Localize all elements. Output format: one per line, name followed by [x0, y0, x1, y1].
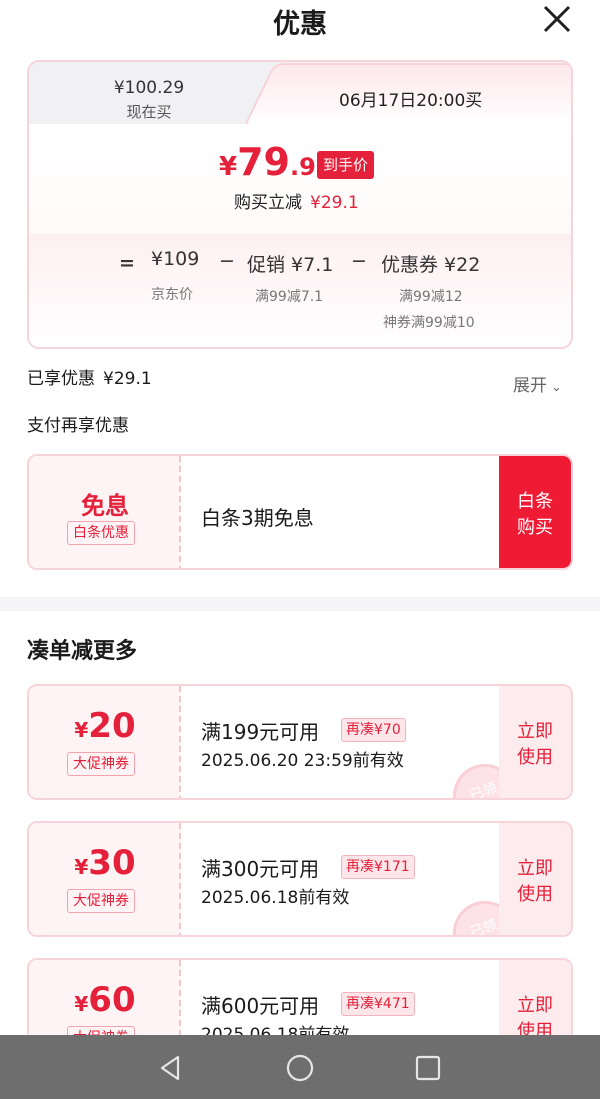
coupon-date: 2025.06.18前有效 — [201, 888, 350, 908]
final-price-dec: .9 — [289, 153, 316, 181]
price-card: ¥100.29 现在买 06月17日20:00买 ¥79.9 到手价 购买立减 ¥… — [27, 60, 573, 349]
reduce-label: 购买立减 — [234, 193, 302, 213]
promo-amount: 促销 ¥7.1 — [247, 254, 334, 276]
use-btn-line1: 立即 — [517, 858, 553, 879]
baitiao-buy-button[interactable]: 白条 购买 — [499, 456, 571, 568]
coupon-tag: 大促神券 — [67, 889, 135, 913]
promo-detail: 满99减7.1 — [255, 289, 324, 305]
coupon-symbol: ¥ — [74, 992, 89, 1016]
saved-amount: ¥29.1 — [103, 369, 152, 389]
coupon-extra-badge: 再凑¥171 — [341, 855, 415, 879]
baitiao-btn-line2: 购买 — [517, 517, 553, 538]
coupon-amount: ¥60 — [29, 980, 181, 1020]
coupon-symbol: ¥ — [74, 855, 89, 879]
coupon-extra-badge: 再凑¥471 — [341, 992, 415, 1016]
baitiao-title: 免息 — [81, 492, 129, 520]
now-label: 现在买 — [126, 103, 172, 121]
coupon-date: 2025.06.20 23:59前有效 — [201, 751, 404, 771]
minus-sign: − — [351, 250, 367, 272]
price-breakdown: = ¥109 京东价 − 促销 ¥7.1 满99减7.1 − 优惠券 ¥22 满… — [29, 234, 571, 347]
close-icon[interactable] — [540, 2, 574, 36]
use-coupon-button[interactable]: 立即 使用 — [499, 686, 571, 798]
expand-button[interactable]: 展开 ⌄ — [513, 371, 562, 396]
coupon-condition: 满600元可用 — [201, 994, 320, 1018]
home-icon[interactable] — [285, 1053, 315, 1083]
baitiao-card[interactable]: 免息 白条优惠 白条3期免息 白条 购买 — [27, 454, 573, 570]
equals-sign: = — [119, 252, 135, 274]
recent-apps-icon[interactable] — [413, 1053, 443, 1083]
coupon-detail: 满99减12 — [399, 289, 463, 305]
baitiao-left: 免息 白条优惠 — [29, 456, 181, 568]
pay-section-title: 支付再享优惠 — [27, 416, 129, 436]
use-btn-line2: 使用 — [517, 884, 553, 905]
system-nav-bar — [0, 1035, 600, 1099]
baitiao-tag: 白条优惠 — [67, 521, 135, 545]
tab-buy-now[interactable]: ¥100.29 现在买 — [29, 62, 269, 124]
baitiao-desc: 白条3期免息 — [201, 506, 314, 530]
reduce-amount: ¥29.1 — [310, 193, 359, 213]
section-divider — [0, 597, 600, 611]
coupon-left: ¥20 大促神券 — [29, 686, 181, 798]
use-btn-line1: 立即 — [517, 995, 553, 1016]
coupon-card[interactable]: ¥20 大促神券 满199元可用 再凑¥70 2025.06.20 23:59前… — [27, 684, 573, 800]
base-price-label: 京东价 — [151, 287, 193, 303]
saved-summary: 已享优惠 ¥29.1 — [27, 364, 152, 389]
use-btn-line2: 使用 — [517, 747, 553, 768]
coupon-amount: 优惠券 ¥22 — [381, 254, 481, 276]
final-price-symbol: ¥ — [219, 152, 238, 182]
coupon-amount: ¥30 — [29, 843, 181, 883]
reduce-line: 购买立减 ¥29.1 — [234, 188, 359, 213]
header: 优惠 — [0, 0, 600, 44]
coupon-amount: ¥20 — [29, 706, 181, 746]
page-title: 优惠 — [273, 9, 327, 40]
coupon-card[interactable]: ¥30 大促神券 满300元可用 再凑¥171 2025.06.18前有效 已领… — [27, 821, 573, 937]
coupon-left: ¥30 大促神券 — [29, 823, 181, 935]
coupon-condition: 满300元可用 — [201, 857, 320, 881]
chevron-down-icon: ⌄ — [551, 380, 562, 395]
back-icon[interactable] — [156, 1053, 186, 1083]
final-price-int: 79 — [237, 140, 290, 184]
future-label: 06月17日20:00买 — [339, 91, 483, 111]
minus-sign: − — [219, 250, 235, 272]
final-price-badge: 到手价 — [317, 151, 375, 179]
use-coupon-button[interactable]: 立即 使用 — [499, 823, 571, 935]
coupon-condition: 满199元可用 — [201, 720, 320, 744]
now-price: ¥100.29 — [113, 78, 185, 98]
coupon-value: 30 — [88, 843, 136, 883]
final-price: ¥79.9 — [219, 140, 316, 184]
more-section-title: 凑单减更多 — [27, 639, 138, 664]
baitiao-btn-line1: 白条 — [517, 491, 553, 512]
coupon-detail: 神券满99减10 — [383, 315, 475, 331]
base-price: ¥109 — [151, 248, 200, 270]
coupon-value: 60 — [88, 980, 136, 1020]
use-btn-line1: 立即 — [517, 721, 553, 742]
saved-label: 已享优惠 — [27, 369, 95, 389]
coupon-symbol: ¥ — [74, 718, 89, 742]
coupon-extra-badge: 再凑¥70 — [341, 718, 406, 742]
expand-label: 展开 — [513, 376, 547, 396]
price-tabs: ¥100.29 现在买 06月17日20:00买 — [29, 62, 571, 126]
coupon-value: 20 — [88, 706, 136, 746]
coupon-tag: 大促神券 — [67, 752, 135, 776]
